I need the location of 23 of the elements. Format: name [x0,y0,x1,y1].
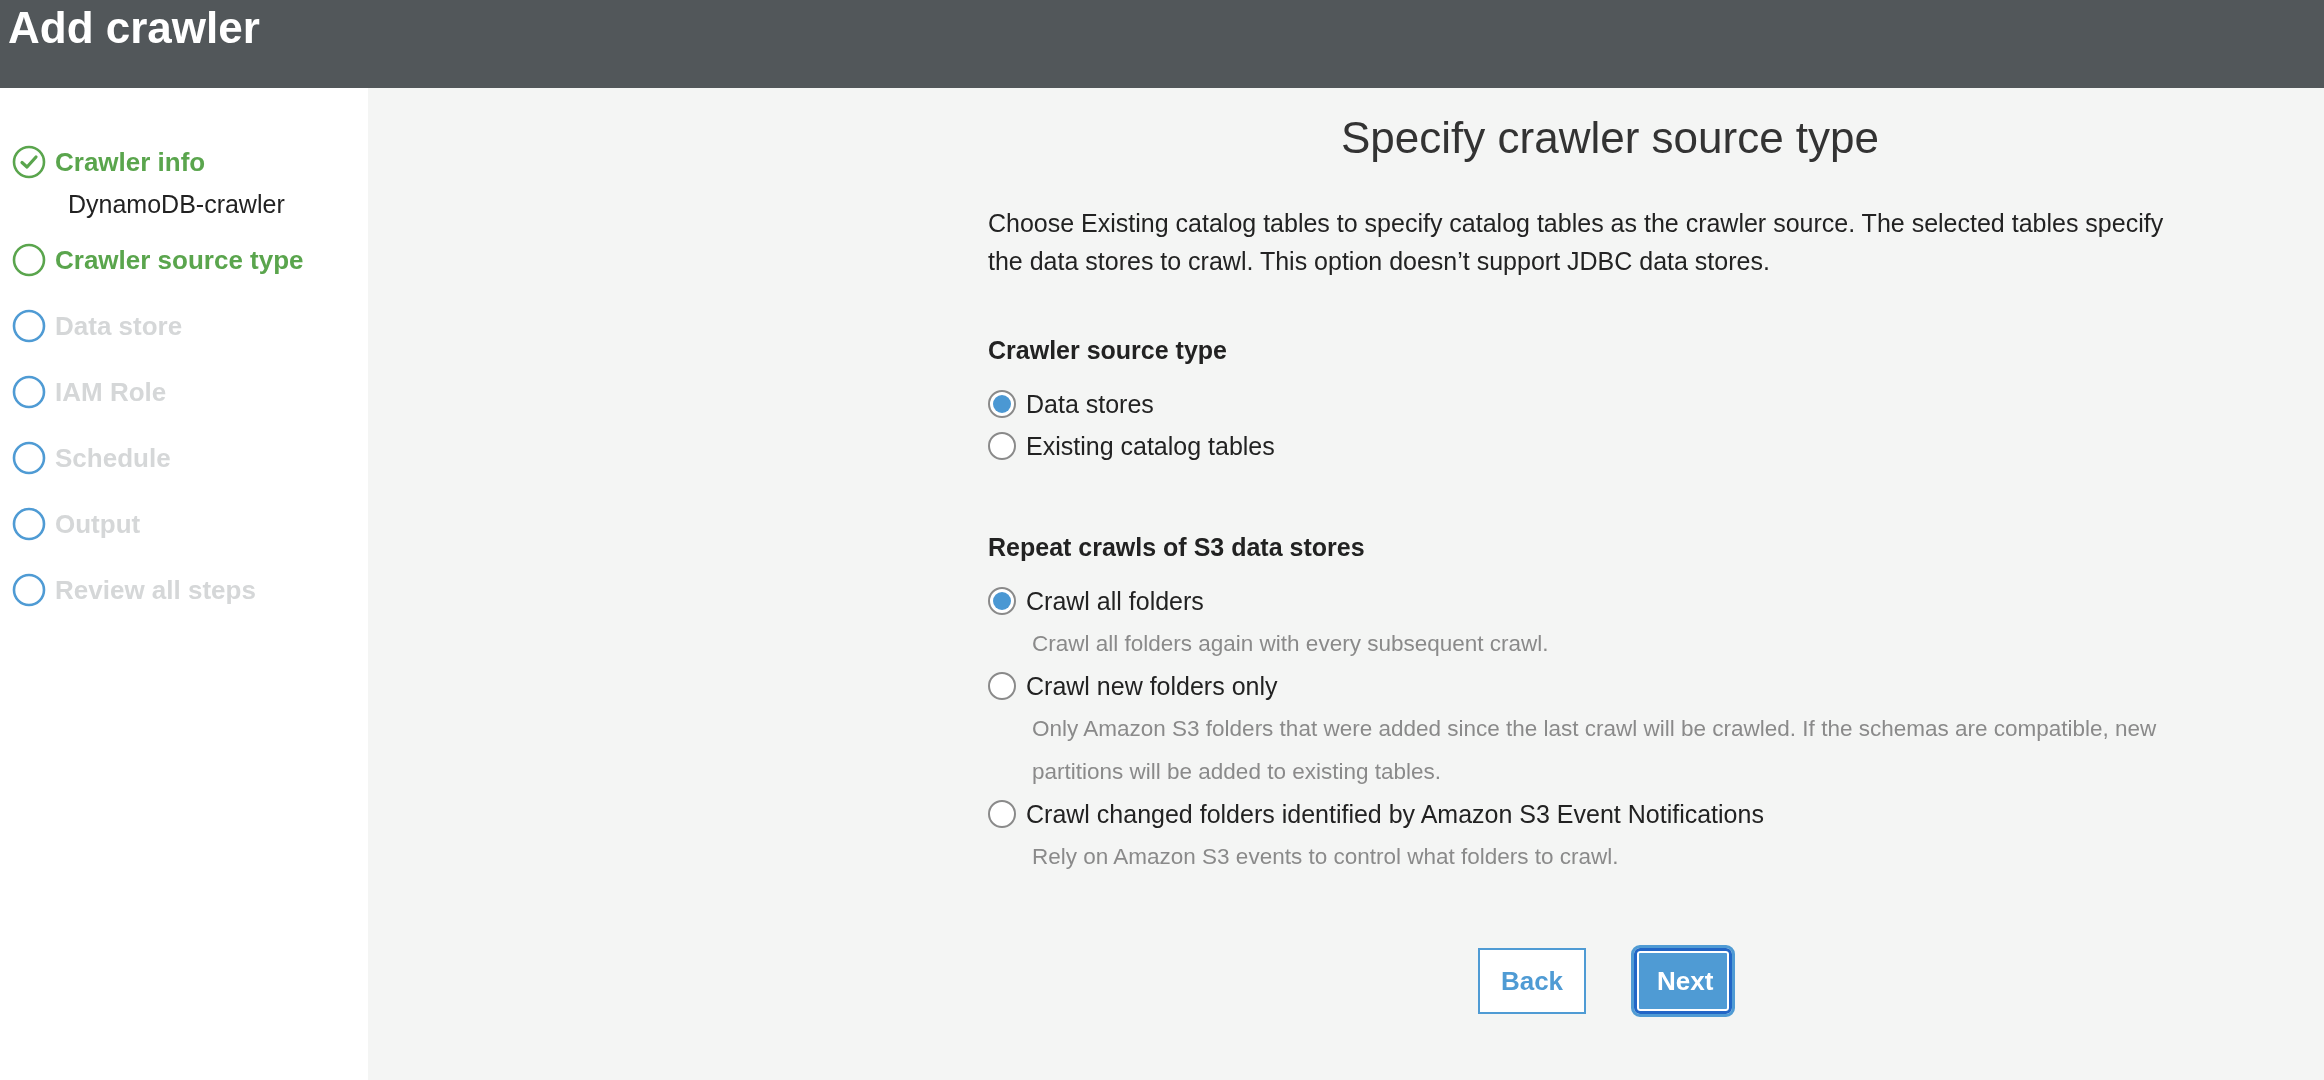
radio-button[interactable] [988,587,1016,615]
step-detail: DynamoDB-crawler [67,189,286,220]
radio-button[interactable] [988,672,1016,700]
section-heading: Specify crawler source type [1340,112,1879,164]
radio-option[interactable]: Crawl new folders only [988,665,2188,707]
back-button[interactable]: Back [1478,948,1586,1014]
radio-button[interactable] [988,390,1016,418]
group-title: Repeat crawls of S3 data stores [988,533,1366,562]
option-description: Rely on Amazon S3 events to control what folders to crawl. [1031,843,1620,871]
step-link[interactable]: Crawler source type [55,244,304,276]
option-description: Only Amazon S3 folders that were added since the last crawl will be crawled. If the schemas are compatible, new partitions will be added to existing tables. [1031,715,2158,786]
radio-button[interactable] [988,800,1016,828]
radio-option[interactable]: Existing catalog tables [988,425,2188,467]
radio-button[interactable] [988,432,1016,460]
group-title: Crawler source type [988,336,1228,365]
radio-option[interactable]: Crawl all folders [988,580,2188,622]
next-button[interactable]: Next [1634,948,1732,1014]
radio-option[interactable]: Crawl changed folders identified by Amazon S3 Event Notifications [988,793,2188,835]
option-description: Crawl all folders again with every subsequent crawl. [1031,630,1550,658]
page-title: Add crawler [8,2,260,54]
intro-text: Choose Existing catalog tables to specify catalog tables as the crawler source. The selected tables specify the data stores to crawl. This option doesn’t support JDBC data stores. [988,208,2165,277]
step-link[interactable]: Crawler info [55,146,206,178]
radio-option[interactable]: Data stores [988,383,2188,425]
